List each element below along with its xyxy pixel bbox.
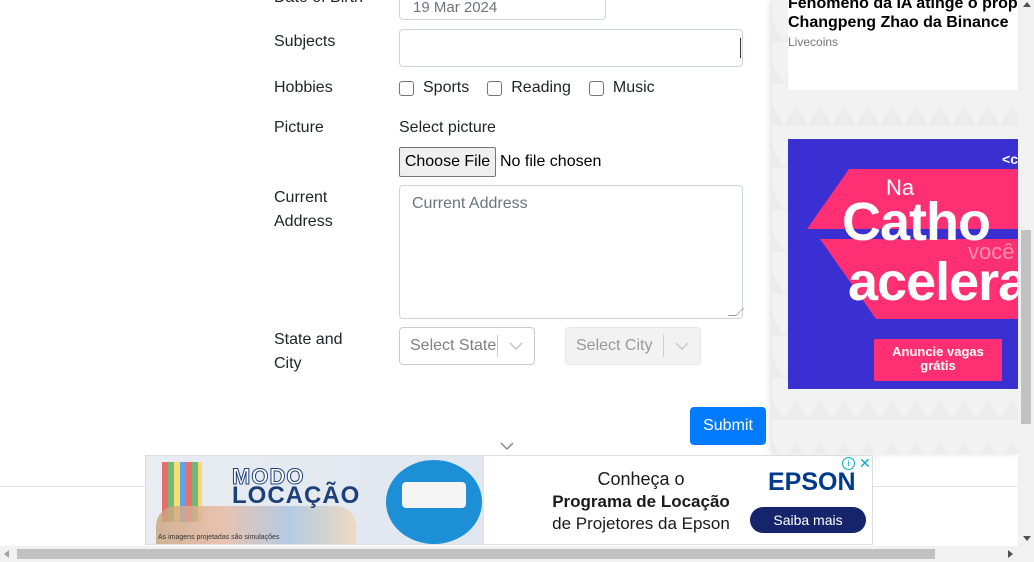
ad-text-1: Conheça o [597,469,685,489]
news-headline[interactable]: Fenômeno da IA atinge o prop Changpeng Z… [788,0,1028,32]
select-picture-label: Select picture [399,119,496,136]
chevron-down-icon [664,341,700,351]
date-of-birth-input[interactable]: 19 Mar 2024 [399,0,606,20]
catho-cta-button[interactable]: Anuncie vagas grátis [874,339,1002,381]
music-checkbox[interactable] [588,80,604,96]
picture-label: Picture [274,119,324,136]
catho-headline-2: acelera [848,252,1018,312]
sports-checkbox[interactable] [399,80,414,96]
hobby-sports[interactable]: Sports [399,79,469,97]
hobbies-label: Hobbies [274,79,333,96]
text-caret [740,38,741,58]
scroll-down-icon[interactable] [1023,536,1031,541]
state-select[interactable]: Select State [399,327,535,365]
chevron-down-icon[interactable] [500,440,514,452]
hobby-reading[interactable]: Reading [487,79,571,97]
news-source: Livecoins [788,35,839,49]
dob-value: 19 Mar 2024 [413,0,498,16]
dob-label: Date of Birth [274,0,363,10]
news-headline-line1: Fenômeno da IA atinge o prop [788,0,1018,12]
close-icon[interactable]: ✕ [859,456,871,470]
address-placeholder: Current Address [412,195,528,212]
subjects-label: Subjects [274,33,336,50]
state-city-label-line1: State and [274,331,343,348]
info-icon[interactable]: i [842,457,855,470]
scrollbar-thumb[interactable] [17,549,935,559]
catho-ad[interactable]: <c Na Catho você acelera Anuncie vagas g… [788,139,1018,389]
ad-brand-line2: LOCAÇÃO [232,482,361,509]
ad-fine-print: As imagens projetadas são simulações [158,534,280,541]
file-status: No file chosen [500,153,602,170]
scroll-up-icon[interactable] [1023,2,1031,7]
scroll-left-icon[interactable] [4,550,9,558]
hobbies-group: Sports Reading Music [399,76,673,100]
hobby-label: Sports [423,79,470,96]
scroll-right-icon[interactable] [1008,550,1013,558]
news-headline-line2: Changpeng Zhao da Binance [788,14,1009,31]
epson-banner-ad[interactable]: MODO LOCAÇÃO As imagens projetadas são s… [145,455,873,545]
current-address-textarea[interactable]: Current Address [399,185,744,319]
scrollbar-thumb[interactable] [1021,230,1031,424]
address-label-line2: Address [274,213,333,230]
vertical-scrollbar[interactable] [1018,0,1034,546]
submit-button[interactable]: Submit [690,407,766,445]
choose-file-button[interactable]: Choose File [399,147,496,177]
ad-text-2: Programa de Locação [552,492,730,511]
hobby-label: Reading [511,79,571,96]
horizontal-scrollbar[interactable] [0,546,1034,562]
projector-icon [402,482,466,508]
hobby-label: Music [612,79,655,96]
catho-logo-icon: <c [1002,151,1018,167]
epson-logo: EPSON [768,468,856,496]
state-city-label-line2: City [274,355,302,372]
hobby-music[interactable]: Music [588,79,655,97]
chevron-down-icon[interactable] [498,341,534,351]
state-placeholder: Select State [410,337,497,354]
saiba-mais-button[interactable]: Saiba mais [750,507,866,533]
ad-text-3: de Projetores da Epson [552,514,730,533]
resize-grip-icon[interactable] [728,308,744,316]
subjects-input[interactable] [399,29,743,67]
reading-checkbox[interactable] [487,80,503,96]
address-label-line1: Current [274,189,328,206]
city-placeholder: Select City [576,337,653,354]
city-select: Select City [565,327,701,365]
